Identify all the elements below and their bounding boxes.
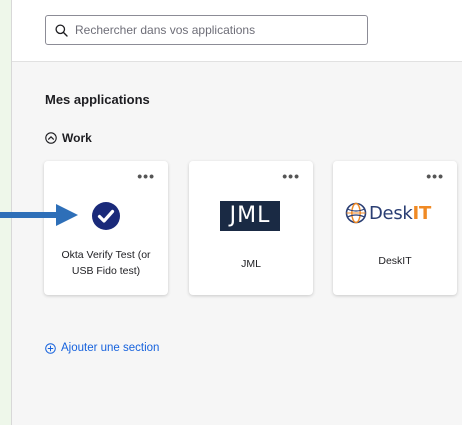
app-tile-jml[interactable]: ••• JML JML bbox=[189, 161, 313, 295]
header-bar bbox=[12, 0, 462, 62]
arrow-annotation-icon bbox=[0, 204, 78, 226]
more-options-button[interactable]: ••• bbox=[426, 169, 444, 183]
app-name-line-1: Okta Verify Test (or bbox=[61, 249, 151, 261]
deskit-logo-text-desk: Desk bbox=[369, 202, 413, 224]
more-options-button[interactable]: ••• bbox=[137, 169, 155, 183]
search-input[interactable] bbox=[75, 23, 355, 37]
add-section-label: Ajouter une section bbox=[61, 342, 160, 354]
more-options-button[interactable]: ••• bbox=[282, 169, 300, 183]
okta-verify-icon bbox=[92, 202, 120, 230]
deskit-logo-text: DeskIT bbox=[369, 203, 431, 224]
app-name: JML bbox=[241, 258, 261, 270]
app-tile-deskit[interactable]: ••• DeskIT DeskIT bbox=[333, 161, 457, 295]
search-icon bbox=[55, 23, 68, 37]
plus-circle-icon bbox=[45, 342, 56, 354]
app-tile-okta-verify[interactable]: ••• Okta Verify Test (or USB Fido test) bbox=[44, 161, 168, 295]
app-name: DeskIT bbox=[378, 255, 412, 267]
deskit-logo: DeskIT bbox=[345, 202, 431, 224]
deskit-logo-text-it: IT bbox=[412, 202, 432, 224]
jml-logo-text: JML bbox=[229, 203, 271, 228]
add-section-button[interactable]: Ajouter une section bbox=[45, 342, 159, 354]
group-label: Work bbox=[62, 131, 92, 145]
section-title: Mes applications bbox=[45, 92, 150, 107]
jml-logo: JML bbox=[220, 201, 280, 231]
search-box[interactable] bbox=[45, 15, 368, 45]
group-toggle-work[interactable]: Work bbox=[45, 131, 92, 145]
app-name-line-2: USB Fido test) bbox=[71, 265, 141, 277]
app-name: Okta Verify Test (or USB Fido test) bbox=[44, 247, 168, 279]
chevron-up-circle-icon bbox=[45, 132, 57, 144]
globe-network-icon bbox=[345, 202, 367, 224]
